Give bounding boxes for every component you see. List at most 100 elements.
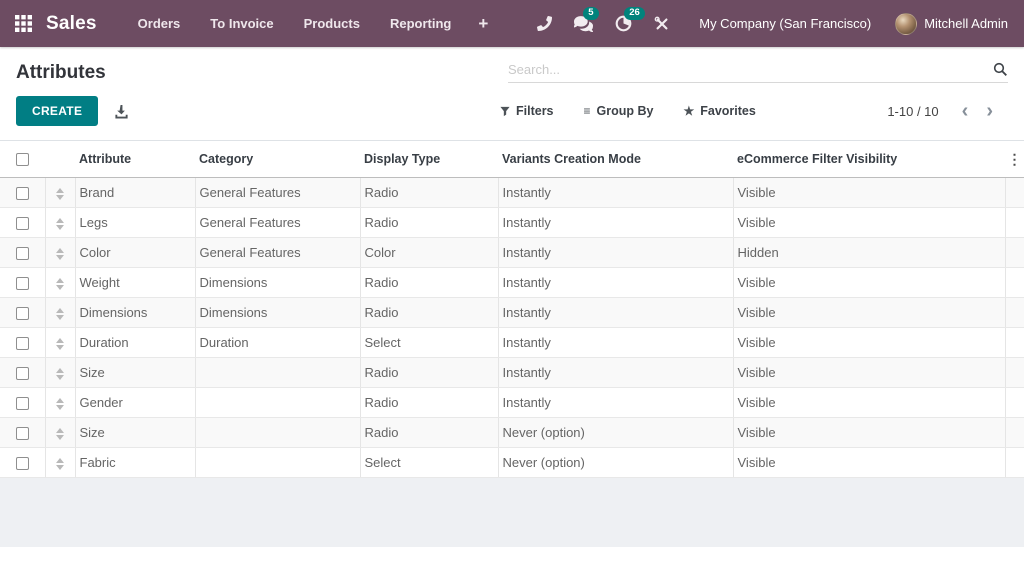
cell-attribute[interactable]: Brand (74, 177, 195, 208)
row-checkbox[interactable] (15, 307, 29, 321)
cell-category[interactable]: Duration (194, 327, 360, 358)
menu-reporting[interactable]: Reporting (375, 0, 466, 47)
cell-category[interactable]: Dimensions (194, 297, 360, 328)
pager-previous-button[interactable]: ‹ (953, 101, 978, 121)
cell-variants-creation-mode[interactable]: Instantly (497, 297, 733, 328)
row-checkbox[interactable] (15, 217, 29, 231)
cell-variants-creation-mode[interactable]: Instantly (497, 327, 733, 358)
cell-display-type[interactable]: Radio (359, 267, 498, 298)
create-button[interactable]: CREATE (16, 96, 99, 126)
drag-handle-icon[interactable] (56, 217, 64, 230)
cell-attribute[interactable]: Duration (74, 327, 195, 358)
table-row[interactable]: Legs General Features Radio Instantly Vi… (0, 207, 1024, 238)
cell-category[interactable]: General Features (194, 237, 360, 268)
menu-products[interactable]: Products (289, 0, 375, 47)
cell-category[interactable]: General Features (194, 177, 360, 208)
search-input[interactable] (508, 62, 993, 77)
cell-ecommerce-filter-visibility[interactable]: Visible (732, 447, 1005, 478)
drag-handle-icon[interactable] (56, 187, 64, 200)
table-row[interactable]: Gender Radio Instantly Visible (0, 387, 1024, 418)
table-row[interactable]: Dimensions Dimensions Radio Instantly Vi… (0, 297, 1024, 328)
cell-display-type[interactable]: Radio (359, 177, 498, 208)
apps-menu-button[interactable] (0, 0, 46, 47)
pager-value[interactable]: 1-10 / 10 (887, 104, 938, 119)
cell-variants-creation-mode[interactable]: Never (option) (497, 447, 733, 478)
cell-display-type[interactable]: Color (359, 237, 498, 268)
pager-next-button[interactable]: › (977, 101, 1002, 121)
column-header-attribute[interactable]: Attribute (75, 140, 195, 178)
export-download-icon[interactable] (114, 104, 129, 119)
drag-handle-icon[interactable] (56, 277, 64, 290)
voip-phone-button[interactable] (526, 0, 563, 47)
column-header-category[interactable]: Category (195, 140, 360, 178)
cell-ecommerce-filter-visibility[interactable]: Visible (732, 267, 1005, 298)
cell-attribute[interactable]: Fabric (74, 447, 195, 478)
cell-variants-creation-mode[interactable]: Never (option) (497, 417, 733, 448)
group-by-button[interactable]: ≡ Group By (584, 104, 654, 118)
menu-to-invoice[interactable]: To Invoice (195, 0, 288, 47)
cell-variants-creation-mode[interactable]: Instantly (497, 357, 733, 388)
table-row[interactable]: Brand General Features Radio Instantly V… (0, 177, 1024, 208)
cell-display-type[interactable]: Radio (359, 207, 498, 238)
menu-orders[interactable]: Orders (123, 0, 196, 47)
cell-category[interactable]: Dimensions (194, 267, 360, 298)
cell-ecommerce-filter-visibility[interactable]: Visible (732, 327, 1005, 358)
favorites-button[interactable]: ★ Favorites (683, 104, 755, 118)
cell-ecommerce-filter-visibility[interactable]: Visible (732, 207, 1005, 238)
app-brand[interactable]: Sales (46, 13, 97, 35)
search-box[interactable] (508, 62, 1008, 83)
row-checkbox[interactable] (15, 277, 29, 291)
cell-variants-creation-mode[interactable]: Instantly (497, 267, 733, 298)
cell-ecommerce-filter-visibility[interactable]: Visible (732, 357, 1005, 388)
column-header-display-type[interactable]: Display Type (360, 140, 498, 178)
drag-handle-icon[interactable] (56, 427, 64, 440)
drag-handle-icon[interactable] (56, 307, 64, 320)
search-icon[interactable] (993, 62, 1008, 77)
cell-display-type[interactable]: Select (359, 447, 498, 478)
cell-display-type[interactable]: Radio (359, 357, 498, 388)
drag-handle-icon[interactable] (56, 457, 64, 470)
cell-variants-creation-mode[interactable]: Instantly (497, 237, 733, 268)
cell-attribute[interactable]: Gender (74, 387, 195, 418)
table-row[interactable]: Color General Features Color Instantly H… (0, 237, 1024, 268)
row-checkbox[interactable] (15, 247, 29, 261)
table-row[interactable]: Duration Duration Select Instantly Visib… (0, 327, 1024, 358)
tools-button[interactable] (643, 0, 681, 47)
table-row[interactable]: Size Radio Instantly Visible (0, 357, 1024, 388)
table-row[interactable]: Weight Dimensions Radio Instantly Visibl… (0, 267, 1024, 298)
drag-handle-icon[interactable] (56, 367, 64, 380)
row-checkbox[interactable] (15, 457, 29, 471)
table-row[interactable]: Size Radio Never (option) Visible (0, 417, 1024, 448)
select-all-checkbox[interactable] (16, 153, 29, 167)
cell-attribute[interactable]: Legs (74, 207, 195, 238)
cell-display-type[interactable]: Radio (359, 297, 498, 328)
drag-handle-icon[interactable] (56, 247, 64, 260)
cell-ecommerce-filter-visibility[interactable]: Visible (732, 387, 1005, 418)
cell-ecommerce-filter-visibility[interactable]: Visible (732, 177, 1005, 208)
drag-handle-icon[interactable] (56, 337, 64, 350)
cell-display-type[interactable]: Select (359, 327, 498, 358)
row-checkbox[interactable] (15, 397, 29, 411)
cell-ecommerce-filter-visibility[interactable]: Visible (732, 417, 1005, 448)
company-switcher[interactable]: My Company (San Francisco) (681, 16, 889, 31)
cell-attribute[interactable]: Size (74, 357, 195, 388)
menu-plus-button[interactable]: + (466, 0, 500, 47)
user-menu[interactable]: Mitchell Admin (889, 12, 1024, 35)
cell-category[interactable] (194, 357, 360, 388)
cell-category[interactable] (194, 417, 360, 448)
cell-category[interactable] (194, 387, 360, 418)
row-checkbox[interactable] (15, 337, 29, 351)
filters-button[interactable]: Filters (500, 104, 554, 118)
cell-display-type[interactable]: Radio (359, 417, 498, 448)
row-checkbox[interactable] (15, 427, 29, 441)
cell-category[interactable]: General Features (194, 207, 360, 238)
activities-button[interactable]: 26 (604, 0, 645, 47)
column-header-variants-creation-mode[interactable]: Variants Creation Mode (498, 140, 733, 178)
column-header-ecommerce-filter-visibility[interactable]: eCommerce Filter Visibility (733, 140, 1005, 178)
cell-ecommerce-filter-visibility[interactable]: Hidden (732, 237, 1005, 268)
cell-ecommerce-filter-visibility[interactable]: Visible (732, 297, 1005, 328)
cell-category[interactable] (194, 447, 360, 478)
messages-button[interactable]: 5 (563, 0, 604, 47)
cell-attribute[interactable]: Color (74, 237, 195, 268)
cell-attribute[interactable]: Weight (74, 267, 195, 298)
